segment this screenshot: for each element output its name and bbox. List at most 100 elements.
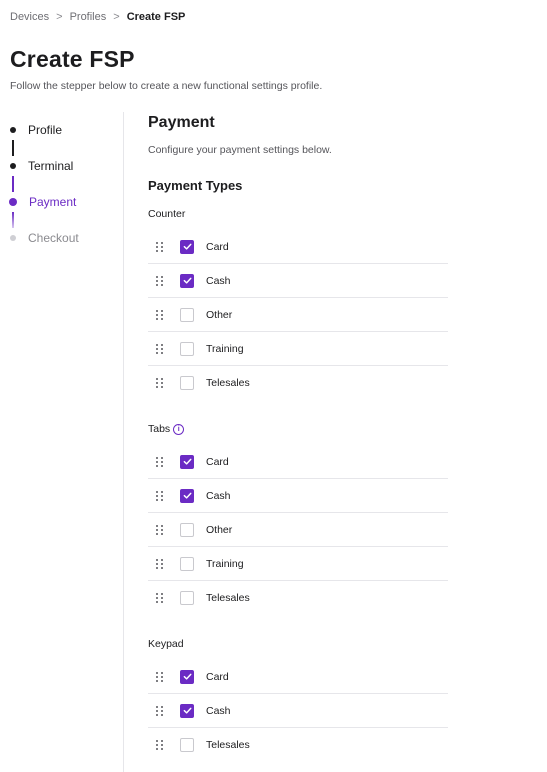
breadcrumb-link-profiles[interactable]: Profiles bbox=[70, 11, 107, 23]
checkmark-icon bbox=[183, 492, 191, 499]
step-active-dot bbox=[9, 198, 17, 206]
payment-type-row: Cash bbox=[148, 479, 448, 513]
step-connector bbox=[12, 140, 14, 156]
page-title: Create FSP bbox=[10, 46, 135, 72]
section-subtitle: Configure your payment settings below. bbox=[148, 144, 332, 156]
payment-type-checkbox[interactable] bbox=[180, 239, 194, 254]
payment-types-title: Payment Types bbox=[148, 178, 243, 193]
payment-type-checkbox[interactable] bbox=[180, 703, 194, 718]
payment-type-row: Card bbox=[148, 660, 448, 694]
payment-type-label: Training bbox=[206, 557, 244, 570]
payment-type-checkbox[interactable] bbox=[180, 273, 194, 288]
step-label: Profile bbox=[28, 123, 63, 137]
drag-handle-icon[interactable] bbox=[156, 592, 164, 603]
vertical-divider bbox=[123, 112, 124, 772]
step-connector bbox=[12, 212, 14, 228]
group-label-text: Counter bbox=[148, 208, 186, 220]
step-complete-dot bbox=[10, 127, 16, 133]
step-label: Checkout bbox=[28, 231, 79, 245]
payment-type-checkbox[interactable] bbox=[180, 488, 194, 503]
step-connector bbox=[12, 176, 14, 192]
drag-handle-icon[interactable] bbox=[156, 377, 164, 388]
drag-handle-icon[interactable] bbox=[156, 490, 164, 501]
payment-type-checkbox[interactable] bbox=[180, 375, 194, 390]
drag-handle-icon[interactable] bbox=[156, 456, 164, 467]
payment-type-row: Cash bbox=[148, 264, 448, 298]
group-label-text: Tabs bbox=[148, 423, 171, 435]
payment-type-label: Telesales bbox=[206, 738, 250, 751]
payment-type-label: Other bbox=[206, 523, 233, 536]
payment-type-checkbox[interactable] bbox=[180, 522, 194, 537]
payment-type-label: Other bbox=[206, 308, 233, 321]
checkmark-icon bbox=[183, 458, 191, 465]
payment-group-counter: Counter Card Cash Other Training Telesales bbox=[148, 207, 448, 399]
payment-type-row: Cash bbox=[148, 694, 448, 728]
payment-type-row: Telesales bbox=[148, 366, 448, 399]
step-payment[interactable]: Payment bbox=[8, 192, 118, 212]
payment-type-checkbox[interactable] bbox=[180, 307, 194, 322]
checkmark-icon bbox=[183, 277, 191, 284]
breadcrumb-current: Create FSP bbox=[126, 11, 186, 23]
group-label-text: Keypad bbox=[148, 638, 184, 650]
step-pending-dot bbox=[10, 235, 16, 241]
step-profile[interactable]: Profile bbox=[8, 120, 118, 140]
payment-type-checkbox[interactable] bbox=[180, 341, 194, 356]
payment-type-row: Other bbox=[148, 298, 448, 332]
payment-panel: Payment Configure your payment settings … bbox=[148, 114, 448, 761]
drag-handle-icon[interactable] bbox=[156, 241, 164, 252]
page-subtitle: Follow the stepper below to create a new… bbox=[10, 80, 323, 92]
step-label: Payment bbox=[29, 195, 77, 209]
breadcrumb-separator: > bbox=[56, 11, 63, 23]
payment-type-checkbox[interactable] bbox=[180, 669, 194, 684]
payment-type-label: Cash bbox=[206, 704, 231, 717]
payment-type-label: Card bbox=[206, 240, 229, 253]
payment-type-checkbox[interactable] bbox=[180, 556, 194, 571]
payment-type-row: Telesales bbox=[148, 728, 448, 761]
payment-type-list: Card Cash Other Training Telesales bbox=[148, 230, 448, 399]
checkmark-icon bbox=[183, 707, 191, 714]
drag-handle-icon[interactable] bbox=[156, 309, 164, 320]
drag-handle-icon[interactable] bbox=[156, 671, 164, 682]
payment-type-label: Cash bbox=[206, 489, 231, 502]
payment-group-keypad: Keypad Card Cash Telesales bbox=[148, 637, 448, 761]
group-label: Tabs i bbox=[148, 422, 448, 436]
drag-handle-icon[interactable] bbox=[156, 558, 164, 569]
payment-type-checkbox[interactable] bbox=[180, 590, 194, 605]
payment-type-row: Training bbox=[148, 332, 448, 366]
payment-type-checkbox[interactable] bbox=[180, 454, 194, 469]
checkmark-icon bbox=[183, 673, 191, 680]
breadcrumb-separator: > bbox=[113, 11, 120, 23]
payment-type-label: Card bbox=[206, 455, 229, 468]
drag-handle-icon[interactable] bbox=[156, 275, 164, 286]
group-label: Counter bbox=[148, 207, 448, 221]
breadcrumb-link-devices[interactable]: Devices bbox=[10, 11, 49, 23]
payment-type-row: Card bbox=[148, 445, 448, 479]
group-label: Keypad bbox=[148, 637, 448, 651]
drag-handle-icon[interactable] bbox=[156, 739, 164, 750]
payment-groups: Counter Card Cash Other Training Telesales Tab… bbox=[148, 207, 448, 761]
section-title: Payment bbox=[148, 114, 215, 131]
payment-type-row: Telesales bbox=[148, 581, 448, 614]
stepper: Profile Terminal Payment Checkout bbox=[8, 120, 118, 248]
drag-handle-icon[interactable] bbox=[156, 524, 164, 535]
drag-handle-icon[interactable] bbox=[156, 705, 164, 716]
step-checkout[interactable]: Checkout bbox=[8, 228, 118, 248]
payment-type-row: Training bbox=[148, 547, 448, 581]
info-icon[interactable]: i bbox=[173, 423, 185, 435]
payment-type-row: Card bbox=[148, 230, 448, 264]
payment-type-checkbox[interactable] bbox=[180, 737, 194, 752]
drag-handle-icon[interactable] bbox=[156, 343, 164, 354]
payment-type-label: Training bbox=[206, 342, 244, 355]
checkmark-icon bbox=[183, 243, 191, 250]
payment-group-tabs: Tabs i Card Cash Other Training Telesales bbox=[148, 422, 448, 614]
payment-type-list: Card Cash Other Training Telesales bbox=[148, 445, 448, 614]
step-terminal[interactable]: Terminal bbox=[8, 156, 118, 176]
payment-type-label: Telesales bbox=[206, 591, 250, 604]
step-complete-dot bbox=[10, 163, 16, 169]
payment-type-label: Cash bbox=[206, 274, 231, 287]
payment-type-row: Other bbox=[148, 513, 448, 547]
payment-type-list: Card Cash Telesales bbox=[148, 660, 448, 761]
breadcrumb: Devices > Profiles > Create FSP bbox=[10, 11, 185, 23]
step-label: Terminal bbox=[28, 159, 74, 173]
payment-type-label: Card bbox=[206, 670, 229, 683]
